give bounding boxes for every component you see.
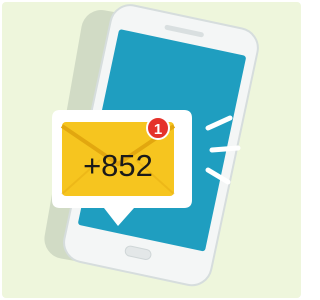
illustration-scene: +852 1 — [0, 0, 303, 300]
badge-count-text: 1 — [154, 121, 162, 138]
notification-number-text: +852 — [83, 148, 153, 183]
phone-notification-illustration: +852 1 — [44, 4, 259, 287]
notification-badge-icon: 1 — [146, 116, 170, 140]
